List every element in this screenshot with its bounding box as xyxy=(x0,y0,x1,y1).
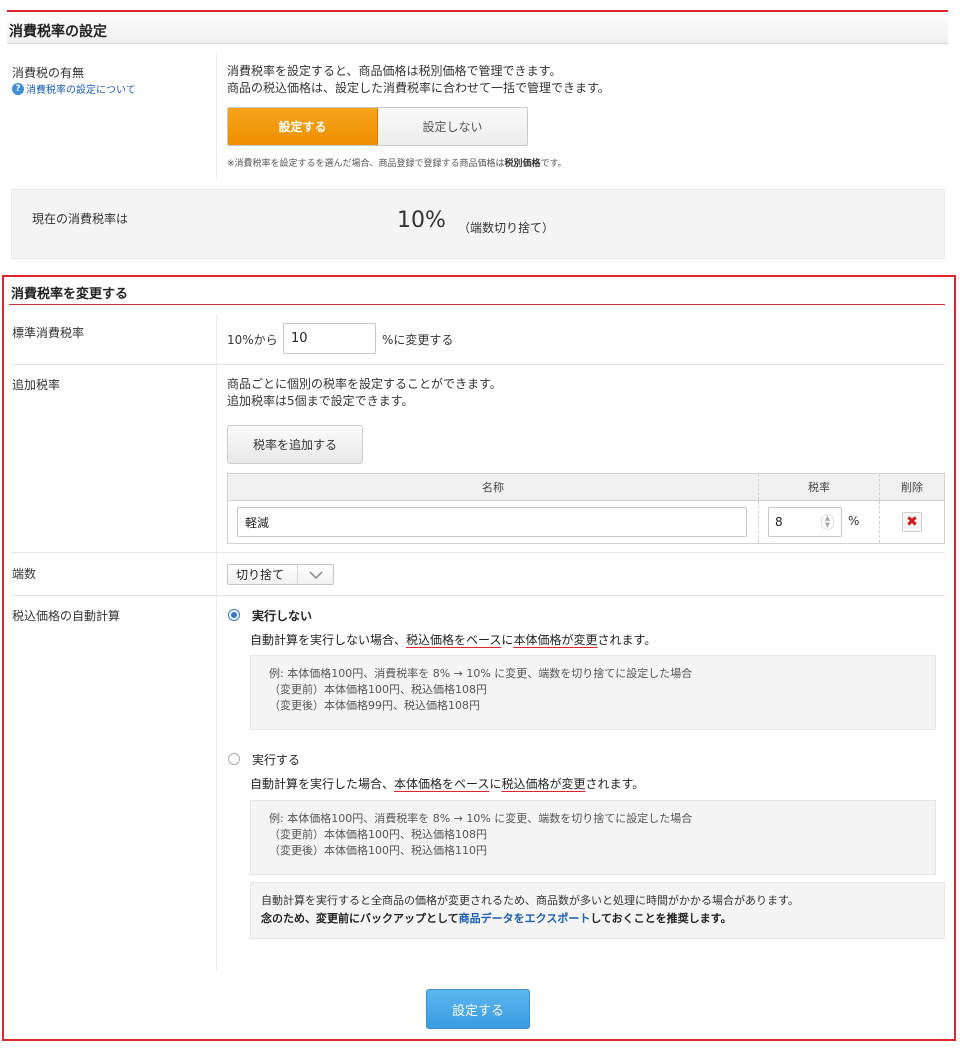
tax-note: ※消費税率を設定するを選んだ場合、商品登録で登録する商品価格は税別価格です。 xyxy=(227,156,567,169)
toggle-disable-button[interactable]: 設定しない xyxy=(378,108,527,145)
delete-rate-button[interactable]: ✖ xyxy=(902,512,922,532)
row-divider xyxy=(11,364,945,365)
additional-rate-desc-line2: 追加税率は5個まで設定できます。 xyxy=(227,394,414,408)
change-rate-header: 消費税率を変更する xyxy=(9,280,945,305)
tax-presence-label: 消費税の有無 xyxy=(12,66,85,80)
rounding-select-value: 切り捨て xyxy=(236,568,285,582)
standard-rate-label: 標準消費税率 xyxy=(12,326,85,340)
export-link[interactable]: 商品データをエクスポート xyxy=(459,912,591,925)
tax-note-text: ※消費税率を設定するを選んだ場合、商品登録で登録する商品価格は xyxy=(227,159,505,169)
auto-calc-on-desc-post: されます。 xyxy=(585,777,645,791)
additional-rate-description: 商品ごとに個別の税率を設定することができます。 追加税率は5個まで設定できます。 xyxy=(227,376,502,410)
auto-calc-on-radio[interactable] xyxy=(228,753,240,765)
warning-line2: 念のため、変更前にバックアップとして商品データをエクスポートしておくことを推奨し… xyxy=(261,910,934,928)
auto-calc-off-desc-u1: 税込価格をベース xyxy=(406,633,502,647)
tax-help-link-text[interactable]: 消費税率の設定について xyxy=(26,81,136,96)
current-rate-label: 現在の消費税率は xyxy=(32,212,129,226)
auto-calc-on-example: 例: 本体価格100円、消費税率を 8% → 10% に変更、端数を切り捨てに設… xyxy=(250,800,936,875)
tax-help-link[interactable]: ? 消費税率の設定について xyxy=(12,81,136,96)
additional-rate-desc-line1: 商品ごとに個別の税率を設定することができます。 xyxy=(227,377,502,391)
rate-name-input[interactable] xyxy=(237,507,747,537)
example-line: （変更前）本体価格100円、税込価格108円 xyxy=(269,828,487,841)
tax-settings-header: 消費税率の設定 xyxy=(7,10,948,44)
close-icon: ✖ xyxy=(906,514,918,530)
current-rate-value: 10% xyxy=(397,208,446,233)
table-header: 名称 税率 削除 xyxy=(228,474,944,501)
tax-description-line2: 商品の税込価格は、設定した消費税率に合わせて一括で管理できます。 xyxy=(227,81,610,95)
spinner-icon[interactable]: ▲ ▼ xyxy=(821,514,834,530)
current-rate-panel: 現在の消費税率は 10% （端数切り捨て） xyxy=(11,189,945,259)
auto-calc-off-description: 自動計算を実行しない場合、税込価格をベースに本体価格が変更されます。 xyxy=(250,631,656,648)
additional-rate-table: 名称 税率 削除 ▲▼ % ✖ xyxy=(227,473,945,544)
auto-calc-on-desc-u1: 本体価格をベース xyxy=(394,777,490,791)
auto-calc-on-desc-u2: 税込価格が変更 xyxy=(501,777,586,791)
row-divider xyxy=(11,595,945,596)
standard-rate-input[interactable] xyxy=(283,323,376,354)
example-line: （変更前）本体価格100円、税込価格108円 xyxy=(269,683,487,696)
auto-calc-label: 税込価格の自動計算 xyxy=(12,609,121,623)
row-divider xyxy=(11,552,945,553)
example-line: （変更後）本体価格100円、税込価格110円 xyxy=(269,844,487,857)
add-rate-button[interactable]: 税率を追加する xyxy=(227,425,363,464)
tax-description: 消費税率を設定すると、商品価格は税別価格で管理できます。 商品の税込価格は、設定… xyxy=(227,63,610,97)
help-icon: ? xyxy=(12,82,24,95)
rounding-label: 端数 xyxy=(12,567,37,581)
current-rounding: （端数切り捨て） xyxy=(458,221,555,235)
auto-calc-off-desc-post: されます。 xyxy=(597,633,657,647)
divider xyxy=(216,314,217,970)
divider xyxy=(216,52,217,180)
tax-note-bold: 税別価格 xyxy=(504,159,541,169)
standard-rate-suffix: %に変更する xyxy=(382,333,454,347)
tax-toggle: 設定する 設定しない xyxy=(227,107,528,146)
example-line: （変更後）本体価格99円、税込価格108円 xyxy=(269,699,480,712)
warning-line1: 自動計算を実行すると全商品の価格が変更されるため、商品数が多いと処理に時間がかか… xyxy=(261,894,799,907)
rate-unit: % xyxy=(848,514,860,528)
column-header-rate: 税率 xyxy=(758,474,879,500)
column-header-delete: 削除 xyxy=(879,474,944,500)
rounding-select[interactable]: 切り捨て xyxy=(227,564,334,585)
change-rate-title: 消費税率を変更する xyxy=(11,287,129,302)
auto-calc-off-radio[interactable] xyxy=(228,609,240,621)
auto-calc-on-label[interactable]: 実行する xyxy=(252,751,300,768)
auto-calc-on-desc-pre: 自動計算を実行した場合、 xyxy=(250,777,395,791)
toggle-enable-button[interactable]: 設定する xyxy=(228,108,378,145)
auto-calc-off-label[interactable]: 実行しない xyxy=(252,607,312,624)
auto-calc-on-description: 自動計算を実行した場合、本体価格をベースに税込価格が変更されます。 xyxy=(250,775,644,792)
warning-line2-post: しておくことを推奨します。 xyxy=(590,912,732,925)
submit-button[interactable]: 設定する xyxy=(426,989,530,1029)
standard-rate-prefix: 10%から xyxy=(227,333,278,347)
rate-value-cell: ▲▼ % xyxy=(758,501,879,543)
auto-calc-off-desc-pre: 自動計算を実行しない場合、 xyxy=(250,633,407,647)
example-line: 例: 本体価格100円、消費税率を 8% → 10% に変更、端数を切り捨てに設… xyxy=(269,667,693,680)
rate-delete-cell: ✖ xyxy=(879,501,944,543)
tax-note-suffix: です。 xyxy=(540,159,567,169)
auto-calc-off-example: 例: 本体価格100円、消費税率を 8% → 10% に変更、端数を切り捨てに設… xyxy=(250,655,936,730)
auto-calc-on-desc-mid: に xyxy=(489,777,502,791)
rate-name-cell xyxy=(228,501,758,543)
auto-calc-warning: 自動計算を実行すると全商品の価格が変更されるため、商品数が多いと処理に時間がかか… xyxy=(250,882,945,939)
additional-rate-label: 追加税率 xyxy=(12,378,61,392)
example-line: 例: 本体価格100円、消費税率を 8% → 10% に変更、端数を切り捨てに設… xyxy=(269,812,693,825)
warning-line2-pre: 念のため、変更前にバックアップとして xyxy=(261,912,459,925)
tax-description-line1: 消費税率を設定すると、商品価格は税別価格で管理できます。 xyxy=(227,64,562,78)
auto-calc-off-desc-u2: 本体価格が変更 xyxy=(513,633,598,647)
column-header-name: 名称 xyxy=(482,481,504,494)
chevron-down-icon xyxy=(297,565,333,584)
page-title: 消費税率の設定 xyxy=(9,24,107,40)
table-row: ▲▼ % ✖ xyxy=(228,501,944,543)
auto-calc-off-desc-mid: に xyxy=(501,633,514,647)
